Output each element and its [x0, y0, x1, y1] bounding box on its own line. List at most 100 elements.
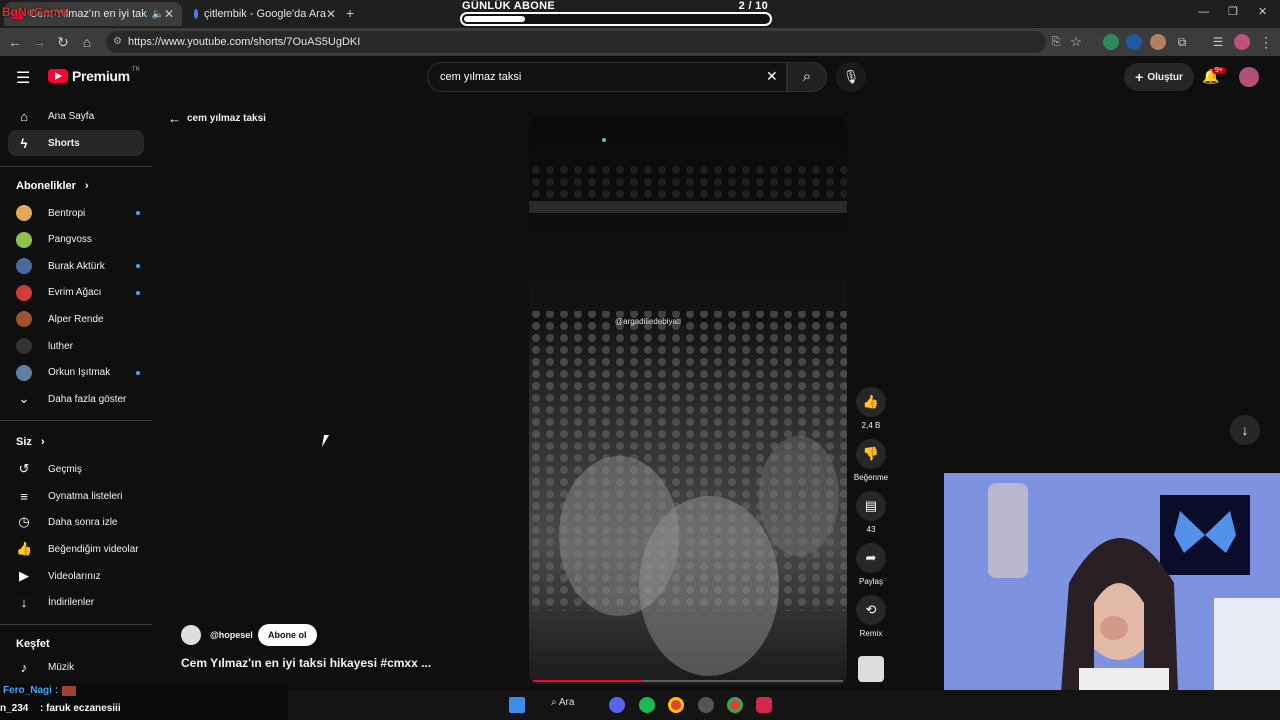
sidebar-item-playlists[interactable]: ≡ Oynatma listeleri [8, 483, 144, 509]
search-button[interactable]: ⌕ [787, 62, 827, 92]
bookmark-star-icon[interactable]: ☆ [1066, 32, 1086, 52]
sidebar-item-subscription[interactable]: Alper Rende [8, 306, 144, 332]
sidebar-item-subscription[interactable]: Orkun Işıtmak [8, 360, 144, 386]
sidebar-item-subscription[interactable]: luther [8, 333, 144, 359]
chat-user: n_234 [0, 703, 29, 714]
extension-icon[interactable] [1103, 34, 1119, 50]
obs-icon[interactable] [698, 697, 714, 713]
account-avatar[interactable] [1239, 67, 1259, 87]
subscribe-button[interactable]: Abone ol [258, 624, 317, 646]
sidebar-item-your-videos[interactable]: ▶ Videolarınız [8, 563, 144, 589]
like-action[interactable]: 👍 2,4 B [856, 387, 886, 430]
you-heading[interactable]: Siz › [16, 436, 45, 448]
taskbar-search[interactable]: ⌕ Ara [551, 697, 574, 708]
sidebar-item-home[interactable]: ⌂ Ana Sayfa [8, 103, 144, 129]
like-icon[interactable]: 👍 [856, 387, 886, 417]
sidebar-item-liked-videos[interactable]: 👍 Beğendiğim videolar [8, 536, 144, 562]
mouse-cursor-icon [321, 435, 330, 447]
tab-google[interactable]: çitlembik - Google'da Ara ✕ [186, 2, 342, 26]
music-icon: ♪ [20, 659, 28, 675]
reading-list-icon[interactable]: ☰ [1208, 32, 1228, 52]
sound-thumbnail[interactable] [858, 656, 884, 682]
back-icon[interactable]: ← [5, 32, 25, 52]
video-progress-track[interactable] [533, 680, 843, 682]
youtube-logo[interactable]: Premium TR [48, 67, 140, 84]
browser-menu-icon[interactable]: ⋮ [1256, 32, 1276, 52]
chrome-active-icon[interactable] [727, 697, 743, 713]
voice-search-button[interactable]: 🎙 [836, 62, 866, 92]
site-info-icon[interactable]: ⚙ [113, 31, 122, 53]
sidebar-item-watch-later[interactable]: ◷ Daha sonra izle [8, 509, 144, 535]
extension-icon[interactable] [1126, 34, 1142, 50]
remix-label: Remix [859, 629, 883, 638]
minimize-icon[interactable]: — [1198, 6, 1209, 18]
webcam-feed-image [944, 473, 1280, 720]
app-icon[interactable] [756, 697, 772, 713]
sidebar-item-subscription[interactable]: Evrim Ağacı [8, 280, 144, 306]
dislike-action[interactable]: 👎 Beğenme [854, 439, 888, 482]
like-count: 2,4 B [861, 421, 881, 430]
shorts-icon: ϟ [20, 135, 28, 151]
sidebar-item-subscription[interactable]: Burak Aktürk [8, 253, 144, 279]
create-button[interactable]: + Oluştur [1124, 63, 1194, 91]
comment-icon[interactable]: ▤ [856, 491, 886, 521]
spotify-icon[interactable] [639, 697, 655, 713]
maximize-icon[interactable]: ❐ [1228, 5, 1238, 18]
divider [0, 420, 152, 421]
remix-action[interactable]: ⟲ Remix [856, 595, 886, 638]
discord-icon[interactable] [609, 697, 625, 713]
sidebar-item-history[interactable]: ↺ Geçmiş [8, 456, 144, 482]
windows-start-icon[interactable] [509, 697, 525, 713]
sidebar-item-label: Alper Rende [48, 313, 104, 325]
sidebar-item-label: Daha sonra izle [48, 516, 118, 528]
dislike-icon[interactable]: 👎 [856, 439, 886, 469]
search-icon: ⌕ [802, 68, 812, 85]
sidebar-item-label: Geçmiş [48, 463, 82, 475]
sidebar-item-subscription[interactable]: Bentropi [8, 200, 144, 226]
search-input[interactable]: cem yılmaz taksi ✕ [427, 62, 787, 92]
sidebar-item-label: Ana Sayfa [48, 110, 95, 122]
extensions-puzzle-icon[interactable]: ⧉ [1172, 32, 1192, 52]
chat-message: : [55, 685, 58, 696]
sidebar-item-downloads[interactable]: ↓ İndirilenler [8, 589, 144, 615]
hamburger-menu-icon[interactable]: ☰ [16, 68, 30, 88]
concert-scene-image [529, 116, 847, 685]
reload-icon[interactable]: ↻ [53, 32, 73, 52]
chrome-icon[interactable] [668, 697, 684, 713]
short-video-player[interactable]: @argadiliedebiyati [529, 116, 847, 685]
sidebar-item-subscription[interactable]: Pangvoss [8, 227, 144, 253]
sidebar-item-music[interactable]: ♪ Müzik [8, 654, 144, 680]
subscriptions-heading[interactable]: Abonelikler › [16, 180, 89, 192]
notification-badge: 9+ [1212, 67, 1226, 74]
channel-avatar[interactable] [181, 625, 201, 645]
channel-name[interactable]: @hopesel [210, 630, 253, 640]
google-favicon-icon [194, 9, 198, 19]
new-tab-icon[interactable]: + [346, 5, 354, 21]
window-close-icon[interactable]: ✕ [1258, 5, 1267, 18]
profile-avatar[interactable] [1234, 34, 1250, 50]
arrow-down-icon: ↓ [1241, 422, 1249, 438]
tab-close-icon[interactable]: ✕ [326, 7, 336, 21]
home-browser-icon[interactable]: ⌂ [77, 32, 97, 52]
divider [0, 624, 152, 625]
remix-icon[interactable]: ⟲ [856, 595, 886, 625]
chevron-right-icon: › [84, 180, 89, 192]
url-field[interactable]: ⚙ https://www.youtube.com/shorts/7OuAS5U… [106, 31, 1046, 53]
create-label: Oluştur [1147, 71, 1183, 83]
logo-region: TR [131, 67, 140, 73]
show-more-button[interactable]: ⌄ Daha fazla göster [8, 386, 144, 412]
share-icon[interactable]: ➦ [856, 543, 886, 573]
share-action[interactable]: ➦ Paylaş [856, 543, 886, 586]
clear-search-icon[interactable]: ✕ [766, 68, 778, 85]
tab-audio-icon[interactable]: 🔈 [151, 9, 163, 20]
forward-icon[interactable]: → [29, 32, 49, 52]
next-short-button[interactable]: ↓ [1230, 415, 1260, 445]
tab-close-icon[interactable]: ✕ [164, 7, 174, 21]
channel-avatar [16, 284, 32, 301]
back-to-search[interactable]: ← cem yılmaz taksi [168, 111, 266, 126]
comments-action[interactable]: ▤ 43 [856, 491, 886, 534]
extension-icon[interactable] [1150, 34, 1166, 50]
install-icon[interactable]: ⎘ [1046, 32, 1066, 52]
sidebar-item-shorts[interactable]: ϟ Shorts [8, 130, 144, 156]
short-title[interactable]: Cem Yılmaz'ın en iyi taksi hikayesi #cmx… [181, 656, 431, 670]
